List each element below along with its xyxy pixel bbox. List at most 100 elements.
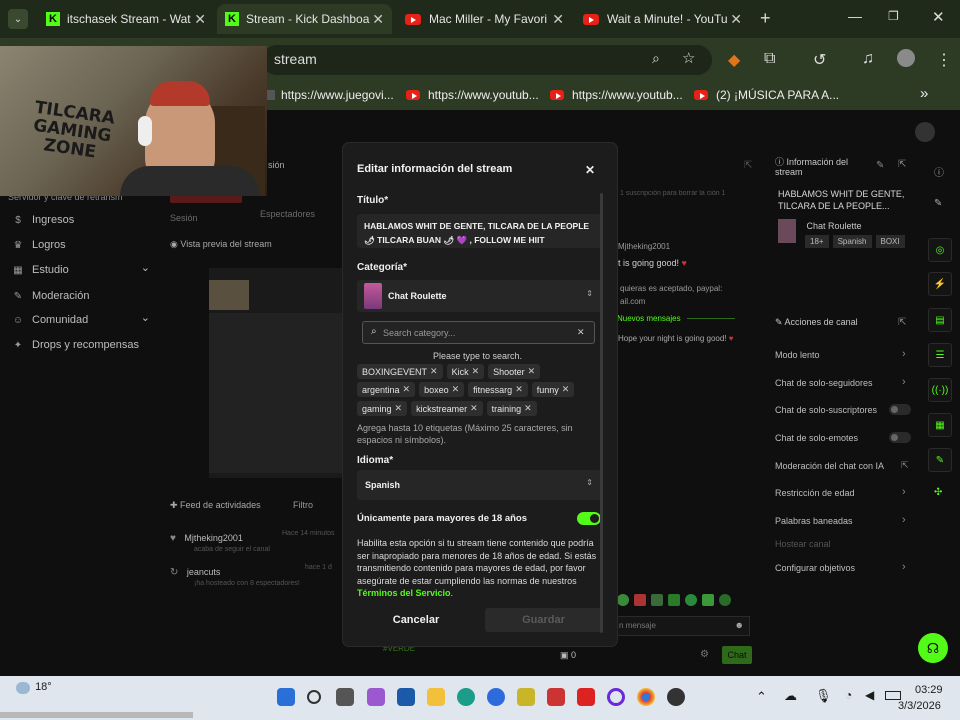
chat-input[interactable]: n mensaje ☻: [612, 616, 750, 636]
filter-button[interactable]: Filtro: [293, 500, 313, 510]
wifi-icon[interactable]: ◔: [845, 688, 852, 702]
tag-chip[interactable]: BOXINGEVENT ✕: [357, 364, 443, 379]
zoom-icon[interactable]: ⌕: [652, 50, 660, 67]
media-icon[interactable]: ♫: [862, 50, 874, 68]
tag-chip[interactable]: funny ✕: [531, 382, 575, 397]
action-followers-only[interactable]: Chat de solo-seguidores: [775, 378, 873, 388]
rail-button-4[interactable]: ☰: [928, 343, 952, 367]
chat-external-icon[interactable]: ⇱: [744, 160, 752, 171]
external-link-icon[interactable]: ⇱: [898, 317, 906, 328]
action-configure-goals[interactable]: Configurar objetivos: [775, 563, 855, 573]
clock-date[interactable]: 3/3/2026: [898, 700, 941, 712]
action-host-channel[interactable]: Hostear canal: [775, 539, 831, 549]
bookmark-item[interactable]: https://www.youtub...: [406, 88, 539, 102]
emotes-only-toggle[interactable]: [889, 432, 911, 443]
sidebar-item-comunidad[interactable]: ☺ Comunidad ⌄: [12, 312, 150, 326]
tag-chip[interactable]: fitnessarg ✕: [468, 382, 528, 397]
remove-tag-icon[interactable]: ✕: [472, 366, 480, 377]
search-icon[interactable]: [307, 690, 321, 704]
app-icon[interactable]: [517, 688, 535, 706]
obs-icon[interactable]: [667, 688, 685, 706]
remove-tag-icon[interactable]: ✕: [403, 384, 411, 395]
external-link-icon[interactable]: ⇱: [901, 460, 909, 471]
tag-chip[interactable]: training ✕: [486, 401, 537, 416]
copilot-icon[interactable]: [367, 688, 385, 706]
sidebar-item-moderacion[interactable]: ✎ Moderación: [12, 290, 90, 302]
rail-button-3[interactable]: ▤: [928, 308, 952, 332]
external-link-icon[interactable]: ⇱: [898, 159, 906, 170]
file-explorer-icon[interactable]: [427, 688, 445, 706]
sidebar-item-estudio[interactable]: ▦ Estudio ⌄: [12, 262, 150, 276]
close-icon[interactable]: ✕: [730, 11, 742, 28]
rail-button-6[interactable]: ▦: [928, 413, 952, 437]
close-icon[interactable]: ✕: [585, 163, 595, 177]
new-tab-button[interactable]: +: [760, 8, 771, 29]
close-icon[interactable]: ✕: [194, 11, 206, 28]
emote-icon[interactable]: [668, 594, 680, 606]
remove-tag-icon[interactable]: ✕: [452, 384, 460, 395]
rail-button-5[interactable]: ((·)): [928, 378, 952, 402]
chevron-up-icon[interactable]: ⌃: [756, 689, 767, 705]
bookmark-item[interactable]: (2) ¡MÚSICA PARA A...: [694, 88, 839, 102]
help-button[interactable]: ☊: [918, 633, 948, 663]
remove-tag-icon[interactable]: ✕: [470, 403, 478, 414]
save-button[interactable]: Guardar: [485, 608, 602, 632]
microphone-icon[interactable]: 🎙: [815, 688, 832, 704]
task-view-icon[interactable]: [336, 688, 354, 706]
app-icon[interactable]: [547, 688, 565, 706]
emote-icon[interactable]: [719, 594, 731, 606]
volume-icon[interactable]: ◀: [865, 688, 874, 702]
tab-search-button[interactable]: ⌄: [8, 9, 28, 29]
tab-itschasek-stream[interactable]: K itschasek Stream - Wat ✕: [38, 4, 214, 34]
sidebar-item-ingresos[interactable]: $ Ingresos: [12, 214, 74, 226]
clock-time[interactable]: 03:29: [915, 684, 943, 696]
emote-icon[interactable]: [634, 594, 646, 606]
cancel-button[interactable]: Cancelar: [357, 608, 475, 632]
action-ai-moderation[interactable]: Moderación del chat con IA: [775, 461, 884, 471]
tag-chip[interactable]: boxeo ✕: [419, 382, 465, 397]
tab-kick-dashboard[interactable]: K Stream - Kick Dashboa ✕: [217, 4, 392, 34]
close-icon[interactable]: ✕: [372, 11, 384, 28]
emote-icon[interactable]: [685, 594, 697, 606]
address-bar[interactable]: stream ⌕ ☆: [262, 45, 712, 75]
avatar[interactable]: [897, 49, 915, 67]
tag-chip[interactable]: Shooter ✕: [488, 364, 541, 379]
app-icon[interactable]: [397, 688, 415, 706]
menu-icon[interactable]: ⋮: [936, 50, 952, 70]
minimize-button[interactable]: —: [848, 8, 862, 24]
info-icon[interactable]: ⓘ: [934, 164, 944, 179]
sidebar-item-drops[interactable]: ✦ Drops y recompensas: [12, 339, 139, 351]
emote-icon[interactable]: [617, 594, 629, 606]
pencil-icon[interactable]: ✎: [934, 198, 942, 209]
app-icon[interactable]: [607, 688, 625, 706]
tag-chip[interactable]: kickstreamer ✕: [411, 401, 483, 416]
rail-button-1[interactable]: ◎: [928, 238, 952, 262]
remove-tag-icon[interactable]: ✕: [395, 403, 403, 414]
emote-icon[interactable]: [702, 594, 714, 606]
history-icon[interactable]: ↺: [813, 50, 826, 70]
tab-mac-miller[interactable]: Mac Miller - My Favori ✕: [397, 4, 572, 34]
settings-icon[interactable]: ⚙: [700, 649, 709, 660]
close-icon[interactable]: ✕: [552, 11, 564, 28]
mature-toggle[interactable]: [577, 512, 601, 525]
emote-icon[interactable]: [651, 594, 663, 606]
sidebar-item-logros[interactable]: ♛ Logros: [12, 239, 66, 251]
subscribers-only-toggle[interactable]: [889, 404, 911, 415]
emoji-icon[interactable]: ☻: [735, 620, 744, 630]
start-icon[interactable]: [277, 688, 295, 706]
remove-tag-icon[interactable]: ✕: [430, 366, 438, 377]
close-window-button[interactable]: ✕: [932, 8, 945, 26]
remove-tag-icon[interactable]: ✕: [515, 384, 523, 395]
action-emotes-only[interactable]: Chat de solo-emotes: [775, 433, 858, 443]
avatar[interactable]: [915, 122, 935, 142]
action-slow-mode[interactable]: Modo lento: [775, 350, 820, 360]
remove-tag-icon[interactable]: ✕: [528, 366, 536, 377]
tab-wait-a-minute[interactable]: Wait a Minute! - YouTu ✕: [575, 4, 750, 34]
edge-icon[interactable]: [457, 688, 475, 706]
star-icon[interactable]: ☆: [682, 49, 695, 67]
rail-button-2[interactable]: ⚡: [928, 272, 952, 296]
fox-extension-icon[interactable]: ◆: [728, 50, 740, 70]
battery-icon[interactable]: [885, 691, 901, 700]
bookmark-item[interactable]: https://www.juegovi...: [265, 88, 394, 102]
clear-icon[interactable]: ✕: [577, 327, 585, 338]
